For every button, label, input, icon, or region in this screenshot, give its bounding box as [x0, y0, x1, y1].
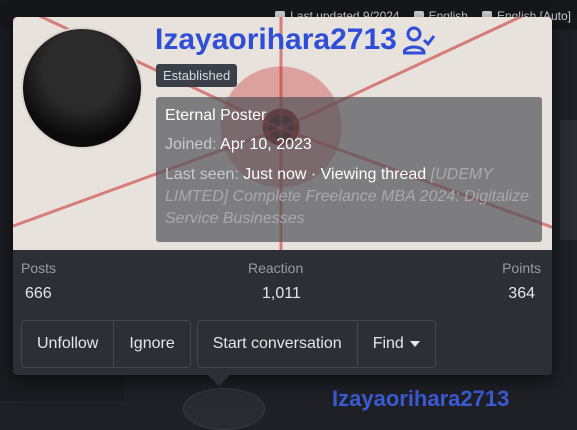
- stat-reaction: Reaction 1,011: [248, 260, 304, 302]
- member-info: Eternal Poster Joined: Apr 10, 2023 Last…: [156, 97, 542, 242]
- username-link[interactable]: Izayaorihara2713: [155, 23, 435, 57]
- joined-date: Joined: Apr 10, 2023: [165, 136, 312, 153]
- member-stats: Posts 666 Reaction 1,011 Points 364: [13, 260, 552, 310]
- conversation-find-group: Start conversation Find: [196, 320, 436, 368]
- ignore-button[interactable]: Ignore: [113, 321, 190, 367]
- member-actions: Unfollow Ignore Start conversation Find: [21, 320, 436, 368]
- unfollow-button[interactable]: Unfollow: [22, 321, 114, 367]
- user-banner-badge: Established: [156, 64, 238, 87]
- stat-points[interactable]: Points 364: [502, 260, 541, 303]
- last-seen: Last seen: Just now · Viewing thread [UD…: [165, 166, 529, 227]
- find-button[interactable]: Find: [356, 321, 435, 367]
- member-tooltip-card: Izayaorihara2713 Established Eternal Pos…: [13, 17, 552, 375]
- user-title: Eternal Poster: [165, 107, 267, 124]
- follow-ignore-group: Unfollow Ignore: [21, 320, 191, 368]
- tooltip-arrow: [207, 374, 231, 386]
- start-conversation-button[interactable]: Start conversation: [197, 321, 357, 367]
- stat-posts[interactable]: Posts 666: [21, 260, 56, 303]
- post-username[interactable]: Izayaorihara2713: [332, 386, 509, 412]
- caret-down-icon: [409, 341, 420, 347]
- avatar[interactable]: [21, 27, 143, 149]
- post-avatar[interactable]: [183, 388, 265, 430]
- user-check-icon: [402, 26, 435, 55]
- page-right-block: [560, 120, 577, 240]
